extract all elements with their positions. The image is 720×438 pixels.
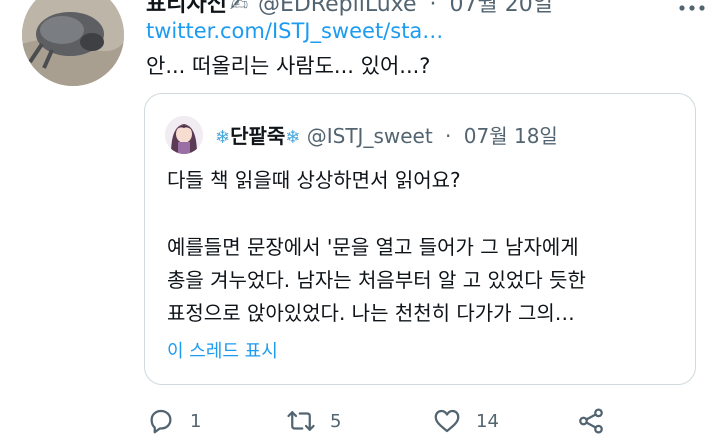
header-separator: · xyxy=(429,0,437,17)
quoted-text-line: 표정으로 앉아있었다. 나는 천천히 다가가 그의… xyxy=(167,301,575,325)
quoted-header: ❄단팥죽❄ @ISTJ_sweet · 07월 18일 xyxy=(215,120,558,149)
quoted-header-separator: · xyxy=(445,124,452,148)
quoted-avatar-image xyxy=(165,116,203,154)
show-thread-link[interactable]: 이 스레드 표시 xyxy=(167,337,278,363)
reply-button[interactable]: 1 xyxy=(146,404,201,438)
quoted-text-line: 예를들면 문장에서 '문을 열고 들어가 그 남자에게 xyxy=(167,235,579,259)
author-handle[interactable]: @EDRepliLuxe xyxy=(258,0,417,17)
quoted-tweet-date[interactable]: 07월 18일 xyxy=(464,124,558,148)
tweet-actions: 1 5 14 xyxy=(146,404,616,438)
writing-hand-emoji: ✍ xyxy=(229,0,249,17)
tweet-header: 표리자신 ✍ @EDRepliLuxe · 07월 20일 xyxy=(146,0,553,17)
quoted-tweet-text: 다들 책 읽을때 상상하면서 읽어요? 예를들면 문장에서 '문을 열고 들어가… xyxy=(167,164,677,330)
quoted-author-avatar[interactable] xyxy=(165,116,203,154)
author-name[interactable]: 표리자신 xyxy=(146,0,227,17)
author-avatar-image xyxy=(22,0,124,86)
tweet-date[interactable]: 07월 20일 xyxy=(450,0,553,17)
more-icon[interactable] xyxy=(678,0,706,19)
snowflake-emoji: ❄ xyxy=(285,127,301,148)
like-icon xyxy=(434,409,460,433)
quoted-text-line: 총을 겨누었다. 남자는 처음부터 알 고 있었다 듯한 xyxy=(167,268,586,292)
quoted-tweet[interactable]: ❄단팥죽❄ @ISTJ_sweet · 07월 18일 다들 책 읽을때 상상하… xyxy=(144,93,696,385)
snowflake-emoji: ❄ xyxy=(215,127,231,148)
retweet-icon xyxy=(287,411,315,431)
retweet-count: 5 xyxy=(330,410,342,432)
tweet-text: 안... 떠올리는 사람도... 있어...? xyxy=(146,54,431,78)
quoted-author-handle[interactable]: @ISTJ_sweet xyxy=(307,124,433,148)
reply-count: 1 xyxy=(190,410,202,432)
like-count: 14 xyxy=(476,410,499,432)
tweet: 표리자신 ✍ @EDRepliLuxe · 07월 20일 twitter.com… xyxy=(0,0,720,438)
author-avatar[interactable] xyxy=(22,0,124,86)
reply-icon xyxy=(150,409,172,434)
share-icon xyxy=(579,408,603,434)
like-button[interactable]: 14 xyxy=(432,404,499,438)
quoted-text-line: 다들 책 읽을때 상상하면서 읽어요? xyxy=(167,168,461,192)
quoted-author-name[interactable]: 단팥죽 xyxy=(230,124,285,148)
tweet-link[interactable]: twitter.com/ISTJ_sweet/sta… xyxy=(146,19,443,43)
share-button[interactable] xyxy=(576,404,606,438)
retweet-button[interactable]: 5 xyxy=(286,404,341,438)
